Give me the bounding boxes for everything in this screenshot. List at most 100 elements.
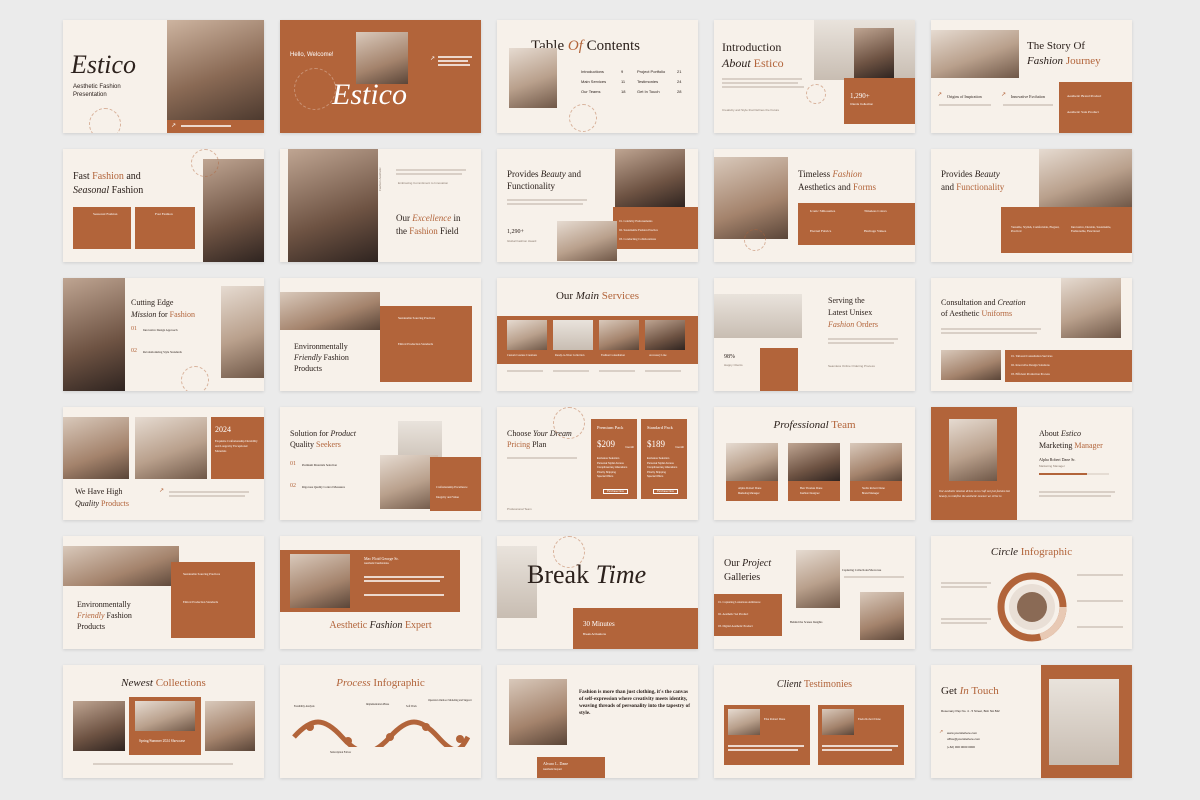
arrow-icon: ↗ xyxy=(939,729,944,735)
sun-ornament-icon xyxy=(294,68,336,110)
cover-title: Estico xyxy=(71,50,136,79)
intro-stat-box xyxy=(844,78,915,124)
story-box xyxy=(1059,82,1132,133)
toc-item-introductions[interactable]: Introductions xyxy=(581,69,604,74)
beauty2-photo xyxy=(1039,149,1132,207)
slide-beauty-functionality-2[interactable]: Provides Beauty and Functionality Versat… xyxy=(931,149,1132,262)
slide-table-of-contents[interactable]: Table Of Contents Introductions 9 Main S… xyxy=(497,20,698,133)
sun-ornament-icon xyxy=(191,149,219,177)
testimony-client-name: Ezela Robert Dane xyxy=(858,717,881,721)
contact-website[interactable]: www.yoursitehere.com xyxy=(947,731,977,735)
galleries-photo-1 xyxy=(796,550,840,608)
timeless-title: Timeless Fashion xyxy=(798,169,862,179)
quality-photo-1 xyxy=(63,417,129,479)
eco2-title: Environmentally xyxy=(77,600,131,609)
toc-item-get-in-touch[interactable]: Get In Touch xyxy=(637,89,660,94)
beauty-photo-group xyxy=(557,221,617,261)
excellence-photo xyxy=(288,149,378,262)
mission-title: Cutting Edge xyxy=(131,298,174,307)
slide-break-time[interactable]: Break Time 30 Minutes Break Activations xyxy=(497,536,698,649)
slide-project-galleries[interactable]: Our Project Galleries 01. Capturing Luxu… xyxy=(714,536,915,649)
welcome-photo xyxy=(356,32,408,84)
process-title: Process Infographic xyxy=(336,677,425,689)
slide-consultation-uniforms[interactable]: Consultation and Creation of Aesthetic U… xyxy=(931,278,1132,391)
solution-title: Solution for Product xyxy=(290,429,356,438)
collections-title: Newest Collections xyxy=(121,677,206,689)
break-title: Break Time xyxy=(527,560,647,589)
intro-footer: Creativity and Style that Defines the Fu… xyxy=(722,108,780,112)
process-wave-diagram xyxy=(292,719,470,747)
slide-eco-products[interactable]: Environmentally Friendly Fashion Product… xyxy=(280,278,481,391)
slide-client-testimonies[interactable]: Client Testimonies Elsa Robert Dane Ezel… xyxy=(714,665,915,778)
sun-ornament-icon xyxy=(181,366,209,391)
toc-item-testimonies[interactable]: Testimonies xyxy=(637,79,658,84)
manager-quote: Our aesthetic mission drives us to craft… xyxy=(939,489,1010,498)
toc-item-project-portfolio[interactable]: Project Portfolio xyxy=(637,69,665,74)
welcome-greeting: Hello, Welcome! xyxy=(290,52,334,58)
slide-quote[interactable]: Fashion is more than just clothing, it's… xyxy=(497,665,698,778)
manager-name: Alpha Robert Dane Sr. xyxy=(1039,457,1076,462)
story-photo xyxy=(931,30,1019,78)
slide-unisex-orders[interactable]: Serving the Latest Unisex Fashion Orders… xyxy=(714,278,915,391)
purchase-button[interactable]: Purchase Now xyxy=(603,489,628,494)
contact-phone[interactable]: (+62) 000 0000 0000 xyxy=(947,745,975,749)
arrow-icon: ↗ xyxy=(1001,92,1007,98)
slide-pricing[interactable]: Choose Your Dream Pricing Plan Professio… xyxy=(497,407,698,520)
slide-fashion-expert[interactable]: Mac Floid George Sr. Aesthetic Fashionis… xyxy=(280,536,481,649)
slide-excellence[interactable]: Fashion Aesthetic Embracing Commitment t… xyxy=(280,149,481,262)
slide-timeless-fashion[interactable]: Timeless Fashion Aesthetics and Forms Ic… xyxy=(714,149,915,262)
beauty-stat: 1,290+ xyxy=(507,229,524,235)
slide-introduction[interactable]: Introduction About Estico Creativity and… xyxy=(714,20,915,133)
beauty-photo-hat xyxy=(615,149,685,207)
galleries-photo-2 xyxy=(860,592,904,640)
contact-address: Rosemary Pap No. 4 - 5 Street, Bob NA 84… xyxy=(941,709,1000,713)
arrow-icon: ↗ xyxy=(159,488,165,494)
slide-high-quality[interactable]: 2024 Exquisite Craftsmanship Durability … xyxy=(63,407,264,520)
slide-cover[interactable]: Estico Aesthetic Fashion Presentation ↗ xyxy=(63,20,264,133)
testimony-client-name: Elsa Robert Dane xyxy=(764,717,786,721)
toc-item-our-teams[interactable]: Our Teams xyxy=(581,89,601,94)
consult-title: Consultation and Creation xyxy=(941,298,1026,307)
purchase-button[interactable]: Purchase Now xyxy=(653,489,678,494)
sun-ornament-icon xyxy=(89,108,121,133)
toc-item-main-services[interactable]: Main Services xyxy=(581,79,606,84)
team-member-name: Stella Robert Dane xyxy=(862,486,885,490)
slide-solution-quality[interactable]: Solution for Product Quality Seekers 01 … xyxy=(280,407,481,520)
contact-title: Get In Touch xyxy=(941,685,999,697)
galleries-title: Our Project xyxy=(724,558,772,569)
story-title: The Story Of xyxy=(1027,40,1086,52)
manager-title: About Estico xyxy=(1039,429,1081,438)
contact-email[interactable]: office@yoursitehere.com xyxy=(947,737,980,741)
slide-story-journey[interactable]: The Story Of Fashion Journey ↗ Origins o… xyxy=(931,20,1132,133)
sun-ornament-icon xyxy=(569,104,597,132)
consult-photo xyxy=(1061,278,1121,338)
slide-get-in-touch[interactable]: Get In Touch Rosemary Pap No. 4 - 5 Stre… xyxy=(931,665,1132,778)
pricing-standard-price: $189 xyxy=(647,439,665,449)
slide-welcome[interactable]: Hello, Welcome! Estico ↗ xyxy=(280,20,481,133)
arrow-icon: ↗ xyxy=(171,123,177,129)
slide-newest-collections[interactable]: Newest Collections Spring/Summer 2024 Sh… xyxy=(63,665,264,778)
slide-mission[interactable]: Cutting Edge Mission for Fashion 01 Inno… xyxy=(63,278,264,391)
slide-eco-products-2[interactable]: Environmentally Friendly Fashion Product… xyxy=(63,536,264,649)
quality-photo-2 xyxy=(135,417,207,479)
testimonies-title: Client Testimonies xyxy=(776,679,853,690)
services-title: Our Main Services xyxy=(555,290,640,302)
collections-caption: Spring/Summer 2024 Showcase xyxy=(139,739,186,743)
slide-fast-fashion[interactable]: Fast Fashion and Seasonal Fashion Season… xyxy=(63,149,264,262)
sun-ornament-icon xyxy=(553,407,585,439)
slide-circle-infographic[interactable]: Circle Infographic xyxy=(931,536,1132,649)
slide-marketing-manager[interactable]: Our aesthetic mission drives us to craft… xyxy=(931,407,1132,520)
excellence-title: Our Excellence in xyxy=(396,213,461,223)
manager-progress-bar xyxy=(1039,473,1087,475)
circle-title: Circle Infographic xyxy=(990,546,1073,558)
slide-process-infographic[interactable]: Process Infographic Feasibility Analysis… xyxy=(280,665,481,778)
timeless-photo xyxy=(714,157,788,239)
slide-professional-team[interactable]: Professional Team Alpha Robert Dane Mark… xyxy=(714,407,915,520)
slide-beauty-functionality[interactable]: Provides Beauty and Functionality 1,290+… xyxy=(497,149,698,262)
expert-photo xyxy=(290,554,350,608)
unisex-title: Serving the xyxy=(828,296,865,305)
fast-fashion-title: Fast Fashion and xyxy=(73,171,141,182)
slide-main-services[interactable]: Our Main Services Custom Couture Creatio… xyxy=(497,278,698,391)
unisex-stat: 98% xyxy=(724,354,735,360)
arrow-icon: ↗ xyxy=(430,56,436,62)
